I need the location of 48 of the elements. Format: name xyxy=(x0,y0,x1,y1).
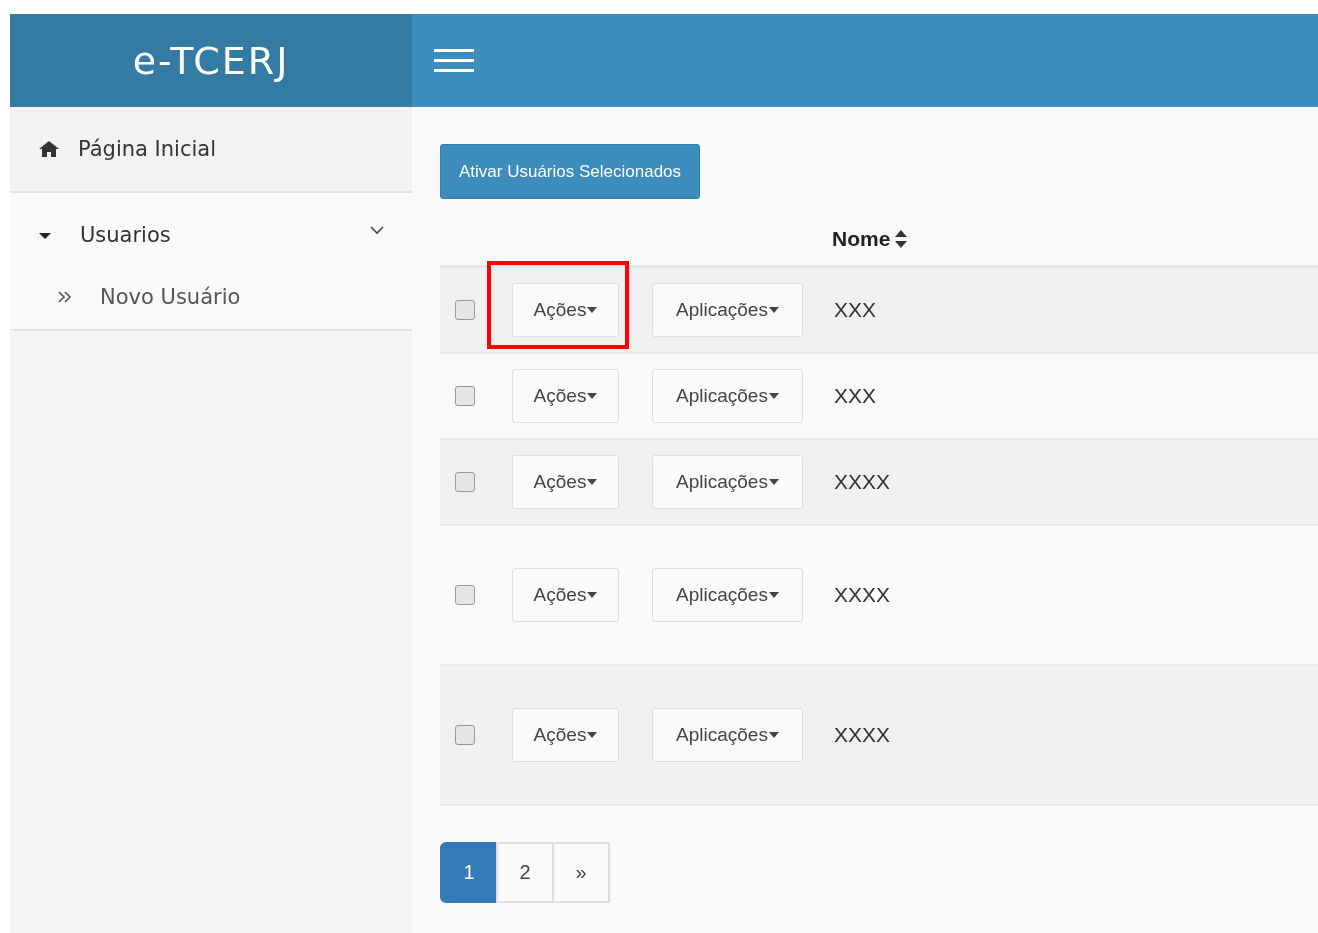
sidebar-label: Usuarios xyxy=(80,223,172,247)
sort-icon xyxy=(894,229,909,249)
row-checkbox[interactable] xyxy=(455,725,475,745)
column-title: Nome xyxy=(832,227,891,251)
table-cell: XXXX xyxy=(834,470,891,494)
home-icon xyxy=(38,140,60,158)
caret-icon xyxy=(768,307,779,313)
page-button[interactable]: 2 xyxy=(496,842,554,903)
sidebar-item[interactable]: Usuarios xyxy=(10,193,412,277)
row-checkbox[interactable] xyxy=(455,585,475,605)
submenu-label: Novo Usuário xyxy=(100,285,241,309)
caret-icon xyxy=(587,732,598,738)
applications-dropdown[interactable]: Aplicações xyxy=(652,568,803,622)
row-checkbox[interactable] xyxy=(455,386,475,406)
applications-dropdown[interactable]: Aplicações xyxy=(652,455,803,509)
table-cell: XXXX xyxy=(834,583,891,607)
actions-dropdown[interactable]: Ações xyxy=(512,283,619,337)
submenu-item[interactable]: Novo Usuário xyxy=(10,277,412,317)
actions-dropdown[interactable]: Ações xyxy=(512,369,619,423)
double-chevron-icon xyxy=(58,291,72,303)
row-checkbox[interactable] xyxy=(455,472,475,492)
chevron-icon xyxy=(370,225,384,235)
caret-icon xyxy=(768,479,779,485)
caret-icon xyxy=(587,393,598,399)
actions-dropdown[interactable]: Ações xyxy=(512,568,619,622)
caret-icon xyxy=(587,307,598,313)
table-cell: XXX xyxy=(834,384,877,408)
caret-icon xyxy=(768,732,779,738)
caret-icon xyxy=(587,592,598,598)
table-cell: XXXX xyxy=(834,723,891,747)
column-header[interactable]: Nome xyxy=(832,227,909,251)
row-checkbox[interactable] xyxy=(455,300,475,320)
actions-dropdown[interactable]: Ações xyxy=(512,455,619,509)
sidebar-label: Página Inicial xyxy=(78,137,217,161)
actions-dropdown[interactable]: Ações xyxy=(512,708,619,762)
page-button[interactable]: » xyxy=(552,842,610,903)
activate-button[interactable]: Ativar Usuários Selecionados xyxy=(440,144,701,199)
applications-dropdown[interactable]: Aplicações xyxy=(652,369,803,423)
table-cell: XXX xyxy=(834,298,877,322)
brand-logo: e-TCERJ xyxy=(10,14,412,107)
caret-icon xyxy=(587,479,598,485)
caret-icon xyxy=(768,592,779,598)
caret-icon xyxy=(38,230,52,240)
menu-icon[interactable] xyxy=(434,46,474,75)
applications-dropdown[interactable]: Aplicações xyxy=(652,708,803,762)
caret-icon xyxy=(768,393,779,399)
page-button[interactable]: 1 xyxy=(440,842,498,903)
applications-dropdown[interactable]: Aplicações xyxy=(652,283,803,337)
